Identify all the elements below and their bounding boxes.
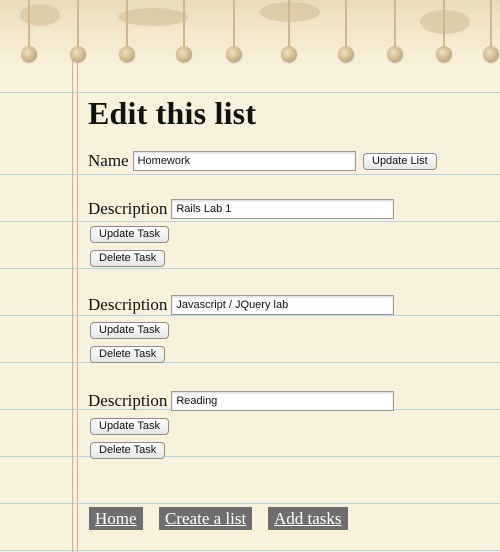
ring-string (490, 0, 492, 48)
ring-string (345, 0, 347, 48)
task-row: Description (88, 199, 395, 219)
task-description-input[interactable] (171, 199, 395, 219)
ring-string (443, 0, 445, 48)
update-list-button[interactable]: Update List (363, 153, 437, 170)
ring-string (233, 0, 235, 48)
ring-string (288, 0, 290, 48)
page-title: Edit this list (88, 95, 257, 131)
binder-hole (387, 46, 403, 62)
binder-hole (226, 46, 242, 62)
create-list-link[interactable]: Create a list (159, 507, 253, 530)
add-tasks-link[interactable]: Add tasks (268, 507, 348, 530)
description-label: Description (88, 391, 168, 410)
task-row: Description (88, 391, 395, 411)
task-row: Description (88, 295, 395, 315)
list-name-input[interactable] (132, 151, 356, 171)
ring-string (126, 0, 128, 48)
paper-stain (20, 4, 60, 26)
task-description-input[interactable] (171, 391, 395, 411)
binder-hole (281, 46, 297, 62)
paper-stain (420, 10, 470, 34)
binder-hole (338, 46, 354, 62)
update-task-button[interactable]: Update Task (90, 322, 169, 339)
binder-hole (483, 46, 499, 62)
paper-stain (118, 8, 188, 26)
ring-string (183, 0, 185, 48)
binder-hole (21, 46, 37, 62)
description-label: Description (88, 199, 168, 218)
home-link[interactable]: Home (89, 507, 143, 530)
list-name-row: Name (88, 151, 356, 171)
binder-hole (436, 46, 452, 62)
page-header: Edit this list (88, 95, 488, 132)
binder-hole (119, 46, 135, 62)
binder-hole (176, 46, 192, 62)
delete-task-button[interactable]: Delete Task (90, 442, 166, 459)
ring-string (394, 0, 396, 48)
paper-stain (260, 2, 320, 22)
update-task-button[interactable]: Update Task (90, 418, 169, 435)
description-label: Description (88, 295, 168, 314)
delete-task-button[interactable]: Delete Task (90, 250, 166, 267)
margin-line (77, 60, 78, 552)
task-description-input[interactable] (171, 295, 395, 315)
ring-string (77, 0, 79, 48)
name-label: Name (88, 151, 129, 170)
margin-line (72, 60, 73, 552)
update-task-button[interactable]: Update Task (90, 226, 169, 243)
ring-string (28, 0, 30, 48)
delete-task-button[interactable]: Delete Task (90, 346, 166, 363)
